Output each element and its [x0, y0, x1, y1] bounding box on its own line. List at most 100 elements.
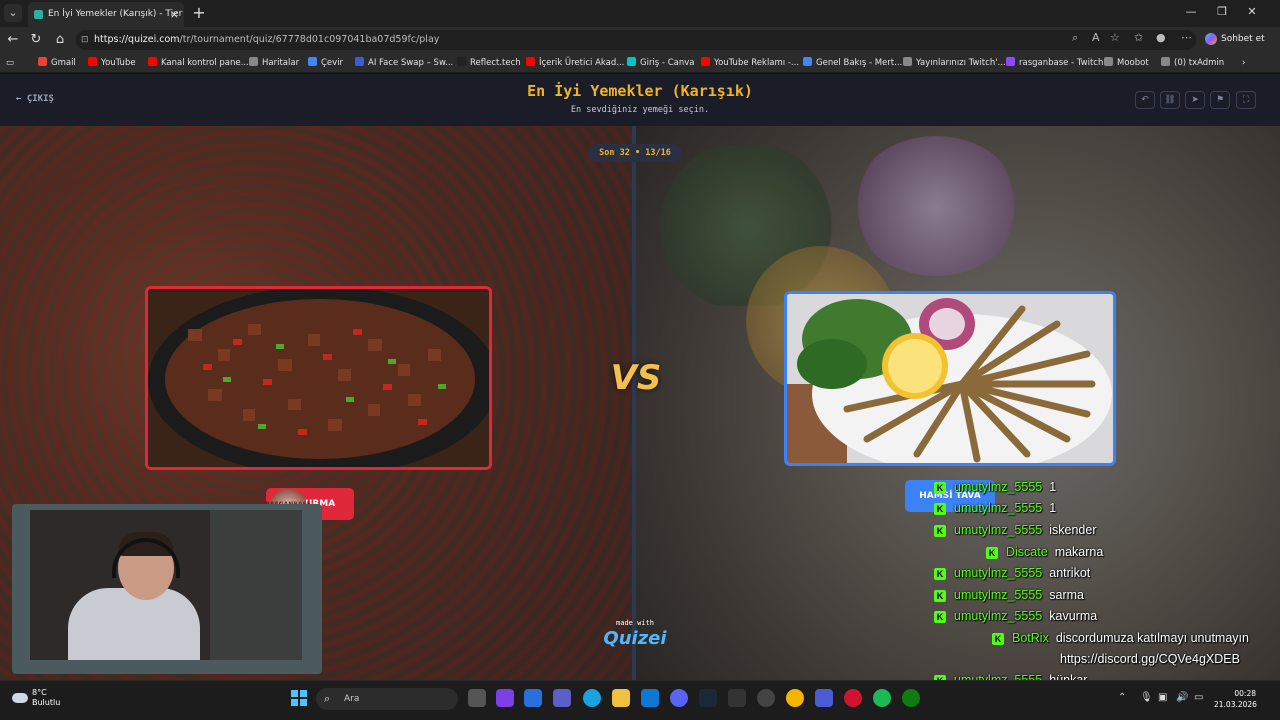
volume-icon[interactable]: 🔊 — [1176, 692, 1188, 703]
left-choice-card[interactable] — [145, 286, 492, 470]
quizei-logo[interactable]: Quizei — [598, 628, 672, 649]
tab-actions-menu-icon[interactable]: ⌄ — [4, 4, 22, 22]
kick-badge-icon: K — [934, 590, 946, 602]
opera-icon[interactable] — [844, 689, 862, 707]
globe-icon — [249, 57, 258, 66]
teams-icon[interactable] — [553, 689, 571, 707]
tab-close-icon[interactable]: × — [170, 2, 179, 27]
cloud-icon — [12, 693, 28, 703]
round-badge: Son 32 • 13/16 — [588, 144, 682, 162]
canva-icon — [627, 57, 636, 66]
quiz-subtitle: En sevdiğiniz yemeği seçin. — [570, 105, 710, 115]
obs-icon[interactable] — [757, 689, 775, 707]
twitch-icon — [1006, 57, 1015, 66]
edge-icon[interactable] — [583, 689, 601, 707]
bg-onion-blur — [851, 136, 1021, 276]
network-icon[interactable]: ▣ — [1158, 692, 1167, 703]
translate-icon — [308, 57, 317, 66]
tray-overflow-icon[interactable]: ⌃ — [1118, 692, 1126, 703]
kick-badge-icon: K — [934, 503, 946, 515]
favorite-star-icon[interactable]: ☆ — [1110, 31, 1120, 44]
bookmark-moobot[interactable]: Moobot — [1104, 53, 1149, 73]
read-aloud-icon[interactable]: A — [1092, 31, 1100, 44]
back-icon[interactable]: ← — [4, 31, 22, 49]
maximize-icon[interactable]: ❐ — [1213, 5, 1231, 18]
url-path: /tr/tournament/quiz/67778d01c097041ba07d… — [179, 34, 440, 45]
clock-date: 21.03.2026 — [1214, 700, 1257, 709]
bookmark-twitch-yayin[interactable]: Yayınlarınızı Twitch'... — [903, 53, 1006, 73]
home-icon[interactable]: ⌂ — [51, 31, 69, 49]
weather-widget[interactable]: 8°C Bulutlu — [12, 688, 60, 708]
bookmark-txadmin[interactable]: (0) txAdmin — [1161, 53, 1224, 73]
faceswap-icon — [355, 57, 364, 66]
discord-icon[interactable] — [670, 689, 688, 707]
clock-time: 00:28 — [1234, 689, 1256, 698]
search-placeholder: Ara — [344, 694, 360, 704]
bookmark-kanal-kontrol[interactable]: Kanal kontrol pane... — [148, 53, 249, 73]
bookmark-genel-bakis[interactable]: Genel Bakış - Mert... — [803, 53, 902, 73]
minimize-icon[interactable]: — — [1182, 5, 1200, 18]
active-tab[interactable]: En İyi Yemekler (Karışık) - Tier List...… — [28, 2, 184, 27]
task-view-icon[interactable] — [468, 689, 486, 707]
bookmark-canva[interactable]: Giriş - Canva — [627, 53, 694, 73]
bookmark-reflect[interactable]: Reflect.tech — [457, 53, 521, 73]
bookmarks-menu-icon[interactable]: ▭ — [6, 53, 14, 73]
vs-icon: VS — [610, 358, 662, 398]
youtube-studio-icon — [148, 57, 157, 66]
exit-button[interactable]: ← ÇIKIŞ — [16, 94, 54, 104]
kick-badge-icon: K — [986, 547, 998, 559]
share-link-icon[interactable]: ⛓ — [1160, 91, 1180, 109]
bookmark-ai-face-swap[interactable]: AI Face Swap – Sw... — [355, 53, 453, 73]
game-icon[interactable] — [815, 689, 833, 707]
url-host: https://quizei.com — [94, 34, 180, 45]
browser-nav-bar: ← ↻ ⌂ ⊡ https://quizei.com/tr/tournament… — [0, 27, 1280, 53]
xbox-icon[interactable] — [902, 689, 920, 707]
window-close-icon[interactable]: ✕ — [1243, 5, 1261, 18]
report-flag-icon[interactable]: ⚑ — [1210, 91, 1230, 109]
exit-label: ÇIKIŞ — [26, 94, 54, 104]
webcam-background-door — [210, 510, 302, 660]
bookmark-icerik-uretici[interactable]: İçerik Üretici Akad... — [526, 53, 624, 73]
system-clock[interactable]: 00:28 21.03.2026 — [1214, 688, 1257, 710]
bookmark-rasganbase-twitch[interactable]: rasganbase - Twitch — [1006, 53, 1103, 73]
site-info-icon[interactable]: ⊡ — [81, 30, 89, 50]
epic-games-icon[interactable] — [728, 689, 746, 707]
bookmarks-overflow-icon[interactable]: › — [1242, 53, 1245, 73]
made-with-text: made with — [616, 619, 654, 627]
bookmark-youtube-reklam[interactable]: YouTube Reklamı -... — [701, 53, 799, 73]
microphone-icon[interactable]: 🎙 — [1140, 692, 1153, 703]
bookmark-cevir[interactable]: Çevir — [308, 53, 343, 73]
kavurma-image — [148, 289, 489, 467]
file-explorer-icon[interactable] — [612, 689, 630, 707]
refresh-icon[interactable]: ↻ — [27, 31, 45, 49]
start-windows-icon[interactable] — [291, 690, 307, 706]
copilot-button[interactable]: Sohbet et — [1205, 30, 1265, 48]
chrome-icon[interactable] — [786, 689, 804, 707]
spotify-icon[interactable] — [873, 689, 891, 707]
favorites-icon[interactable]: ✩ — [1134, 31, 1143, 44]
steam-icon[interactable] — [699, 689, 717, 707]
kick-badge-icon: K — [934, 611, 946, 623]
bookmark-youtube[interactable]: YouTube — [88, 53, 136, 73]
profile-avatar-icon[interactable]: ● — [1156, 31, 1166, 44]
copilot-app-icon[interactable] — [524, 689, 542, 707]
send-icon[interactable]: ➤ — [1185, 91, 1205, 109]
mail-icon[interactable] — [641, 689, 659, 707]
bookmark-haritalar[interactable]: Haritalar — [249, 53, 299, 73]
tab-title: En İyi Yemekler (Karışık) - Tier List... — [48, 9, 184, 19]
gmail-icon — [38, 57, 47, 66]
battery-icon[interactable]: ▭ — [1194, 692, 1203, 703]
fullscreen-icon[interactable]: ⛶ — [1236, 91, 1256, 109]
webcam-feed — [30, 510, 302, 660]
bookmark-gmail[interactable]: Gmail — [38, 53, 76, 73]
zoom-icon[interactable]: ⌕ — [1072, 31, 1078, 45]
copilot-label: Sohbet et — [1221, 34, 1265, 44]
new-tab-button[interactable]: + — [190, 3, 208, 22]
copilot-icon — [1205, 32, 1217, 45]
address-bar[interactable]: ⊡ https://quizei.com/tr/tournament/quiz/… — [76, 30, 1196, 50]
undo-icon[interactable]: ↶ — [1135, 91, 1155, 109]
right-choice-card[interactable] — [784, 291, 1116, 466]
app-icon[interactable] — [496, 689, 514, 707]
taskbar-search[interactable]: ⌕ Ara — [316, 688, 458, 710]
more-menu-icon[interactable]: ⋯ — [1181, 31, 1192, 44]
